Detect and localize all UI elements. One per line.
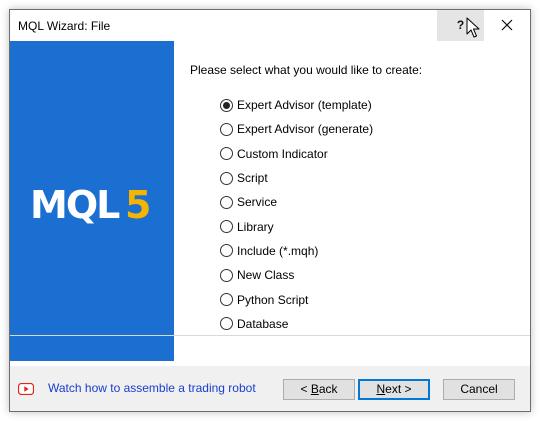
back-button[interactable]: < Back: [283, 379, 355, 400]
radio-label: Expert Advisor (template): [237, 98, 372, 113]
next-mnemonic: N: [376, 382, 386, 396]
radio-label: Custom Indicator: [237, 146, 328, 161]
close-icon: [501, 19, 513, 31]
close-button[interactable]: [484, 10, 530, 41]
radio-include[interactable]: Include (*.mqh): [220, 239, 373, 263]
radio-label: Python Script: [237, 292, 309, 307]
watch-tutorial-link[interactable]: Watch how to assemble a trading robot: [48, 381, 256, 395]
radio-button[interactable]: [220, 195, 233, 209]
back-label-suffix: ack: [318, 382, 338, 396]
selection-prompt: Please select what you would like to cre…: [190, 63, 423, 77]
back-mnemonic: B: [310, 382, 319, 396]
cancel-button[interactable]: Cancel: [443, 379, 515, 400]
back-label-prefix: <: [300, 382, 311, 396]
radio-button[interactable]: [220, 317, 233, 331]
next-label-suffix: ext >: [385, 382, 412, 396]
radio-custom-indicator[interactable]: Custom Indicator: [220, 142, 373, 166]
radio-expert-advisor-template[interactable]: Expert Advisor (template): [220, 93, 373, 117]
radio-button[interactable]: [220, 268, 233, 282]
radio-service[interactable]: Service: [220, 190, 373, 214]
option-radio-group: Expert Advisor (template) Expert Advisor…: [220, 93, 373, 336]
radio-button[interactable]: [220, 122, 233, 136]
radio-button[interactable]: [220, 171, 233, 185]
radio-label: New Class: [237, 268, 295, 283]
radio-label: Script: [237, 171, 268, 186]
radio-new-class[interactable]: New Class: [220, 263, 373, 287]
logo-accent-text: 5: [125, 185, 151, 225]
side-banner: MQL 5: [10, 41, 174, 361]
radio-expert-advisor-generate[interactable]: Expert Advisor (generate): [220, 117, 373, 141]
next-button[interactable]: Next >: [358, 379, 430, 400]
radio-label: Expert Advisor (generate): [237, 122, 374, 137]
radio-button[interactable]: [220, 293, 233, 307]
wizard-content: MQL 5 Please select what you would like …: [10, 41, 530, 366]
wizard-footer: Watch how to assemble a trading robot < …: [10, 366, 530, 411]
mouse-pointer-icon: [466, 17, 480, 38]
radio-button[interactable]: [220, 220, 233, 234]
radio-label: Library: [237, 219, 274, 234]
window-title: MQL Wizard: File: [18, 19, 111, 33]
radio-python-script[interactable]: Python Script: [220, 287, 373, 311]
wizard-window: MQL Wizard: File ? MQL 5 Please select w…: [9, 9, 531, 412]
radio-button[interactable]: [220, 98, 233, 112]
title-bar: MQL Wizard: File ?: [10, 10, 530, 41]
radio-script[interactable]: Script: [220, 166, 373, 190]
radio-database[interactable]: Database: [220, 312, 373, 336]
radio-button[interactable]: [220, 244, 233, 258]
radio-label: Include (*.mqh): [237, 243, 319, 258]
radio-label: Database: [237, 316, 289, 331]
logo-main-text: MQL: [30, 185, 120, 225]
question-mark-icon: ?: [456, 18, 465, 32]
content-divider: [10, 335, 530, 336]
radio-label: Service: [237, 195, 278, 210]
radio-library[interactable]: Library: [220, 214, 373, 238]
radio-button[interactable]: [220, 147, 233, 161]
mql5-logo: MQL 5: [30, 185, 151, 225]
youtube-icon[interactable]: [18, 383, 34, 395]
